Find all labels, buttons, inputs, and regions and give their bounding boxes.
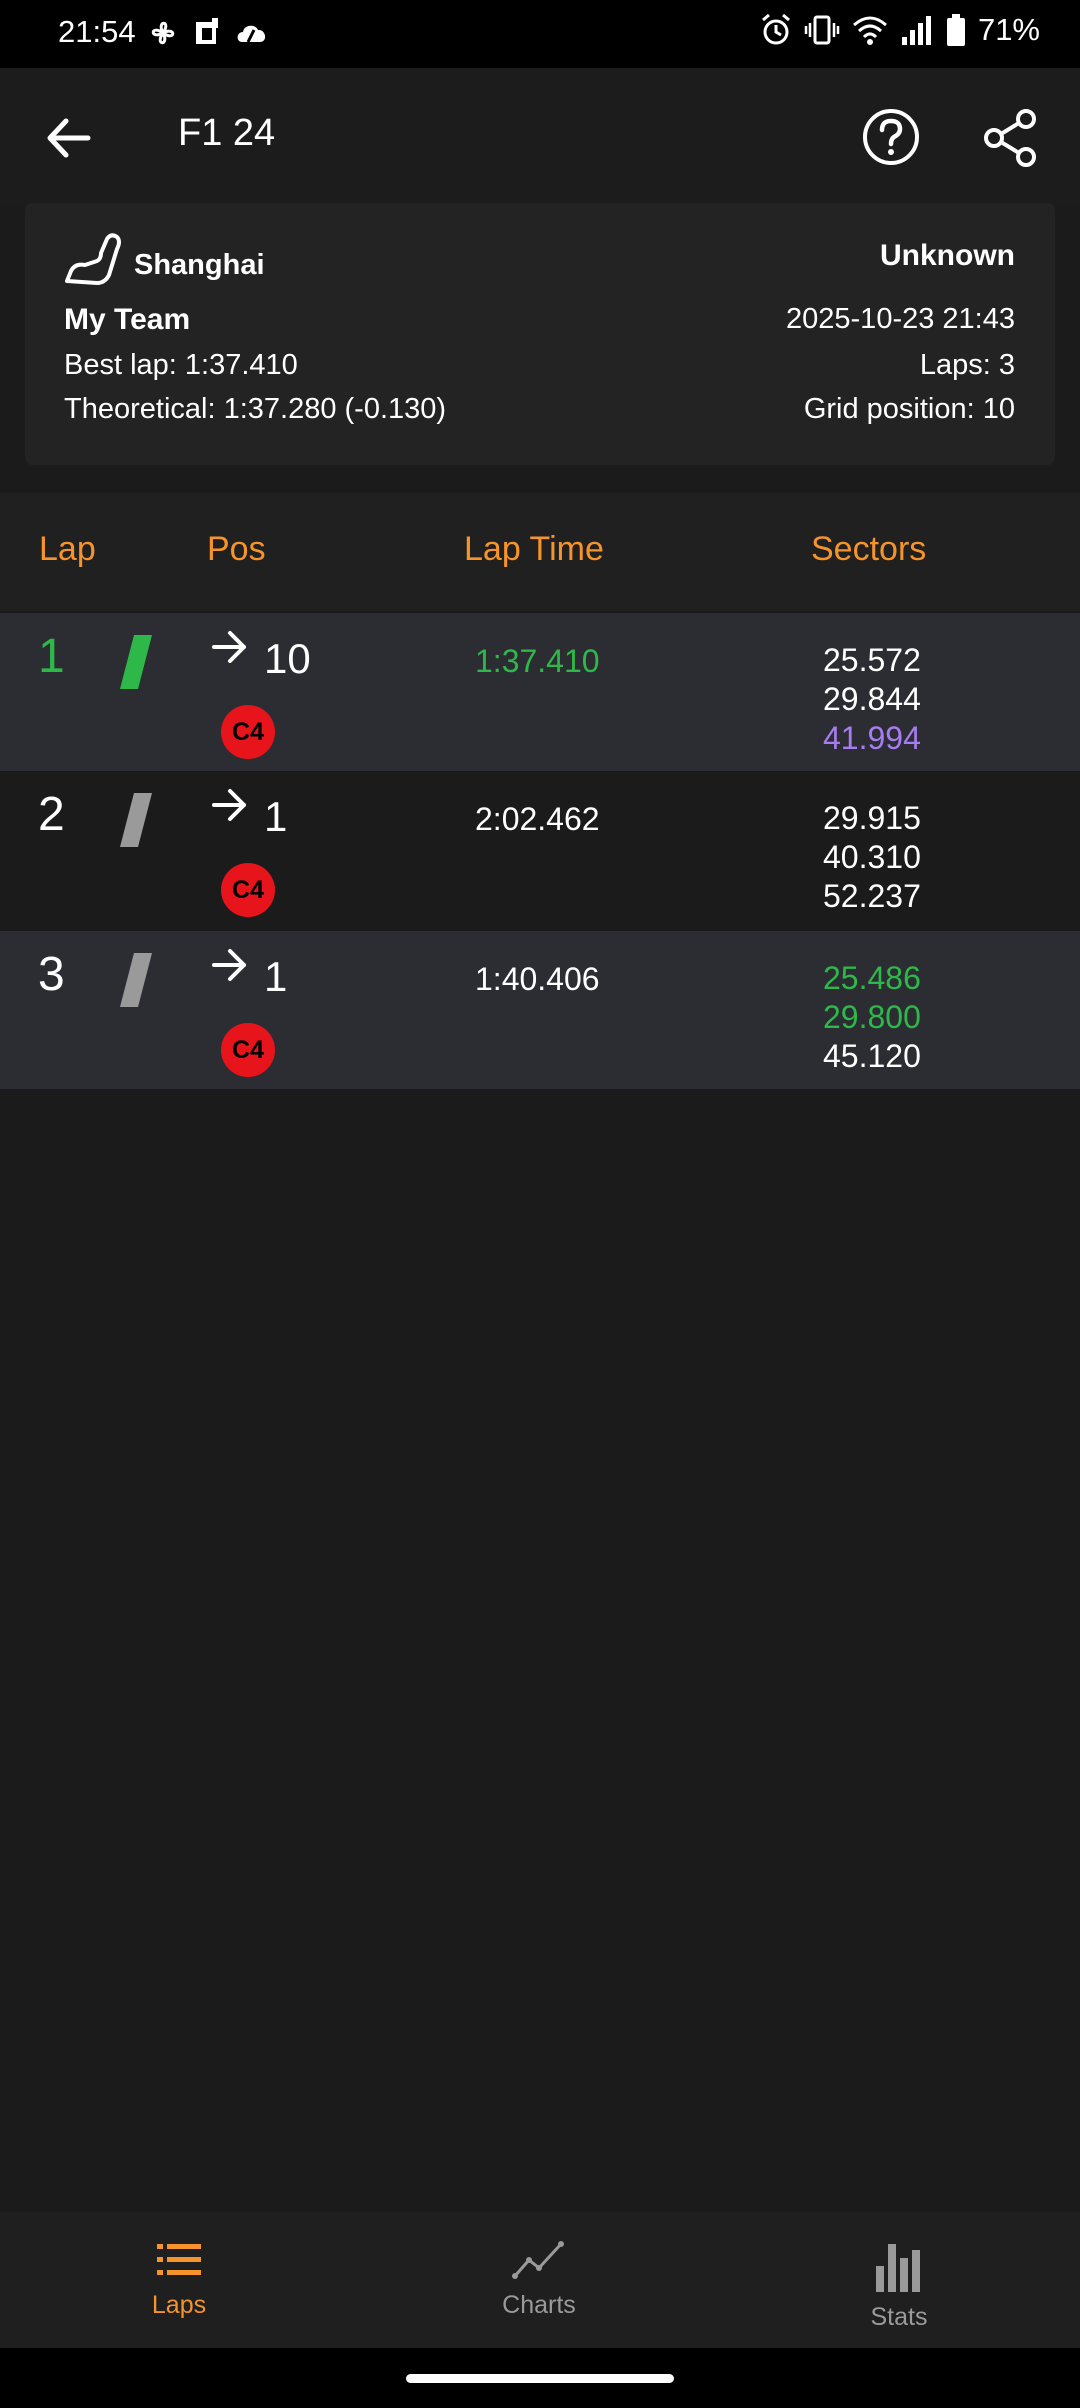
lap-number: 2 bbox=[38, 788, 65, 841]
lap-time: 2:02.462 bbox=[475, 801, 600, 837]
gesture-handle[interactable] bbox=[406, 2374, 674, 2383]
sector-times: 29.915 40.310 52.237 bbox=[823, 799, 921, 916]
sector-2: 29.844 bbox=[823, 681, 921, 717]
track-icon bbox=[65, 233, 121, 285]
sector-3: 52.237 bbox=[823, 878, 921, 914]
battery-icon bbox=[946, 14, 965, 46]
weather-label: Unknown bbox=[880, 239, 1015, 272]
nav-charts-label: Charts bbox=[502, 2291, 576, 2319]
sector-1: 29.915 bbox=[823, 800, 921, 836]
nav-charts[interactable]: Charts bbox=[439, 2240, 639, 2320]
header-lap: Lap bbox=[39, 530, 96, 568]
header-pos: Pos bbox=[207, 530, 266, 568]
clipboard-icon bbox=[196, 18, 218, 44]
bottom-navigation: Laps Charts Stats bbox=[0, 2212, 1080, 2348]
sector-times: 25.572 29.844 41.994 bbox=[823, 641, 921, 758]
team-name: My Team bbox=[64, 303, 191, 336]
position-arrow-icon bbox=[212, 949, 246, 981]
sector-3: 45.120 bbox=[823, 1038, 921, 1074]
pinwheel-icon bbox=[151, 21, 175, 45]
table-row[interactable]: 1 10 C4 1:37.410 25.572 29.844 41.994 bbox=[0, 613, 1080, 771]
tyre-compound-badge: C4 bbox=[221, 705, 275, 759]
best-lap: Best lap: 1:37.410 bbox=[64, 349, 298, 381]
laps-table-header: Lap Pos Lap Time Sectors bbox=[0, 493, 1080, 611]
nav-laps[interactable]: Laps bbox=[79, 2240, 279, 2320]
lap-count: Laps: 3 bbox=[919, 349, 1015, 381]
lap-time: 1:40.406 bbox=[475, 961, 600, 997]
list-icon bbox=[157, 2244, 201, 2275]
wifi-icon bbox=[852, 16, 887, 45]
battery-percent: 71% bbox=[977, 12, 1040, 47]
app-bar: F1 24 bbox=[0, 68, 1080, 206]
status-time: 21:54 bbox=[58, 14, 136, 49]
table-row[interactable]: 3 1 C4 1:40.406 25.486 29.800 45.120 bbox=[0, 931, 1080, 1089]
help-icon[interactable] bbox=[860, 106, 922, 168]
gesture-bar bbox=[0, 2348, 1080, 2408]
lap-status-icon bbox=[120, 953, 152, 1007]
lap-valid-icon bbox=[120, 635, 152, 689]
theoretical-lap: Theoretical: 1:37.280 (-0.130) bbox=[64, 393, 447, 425]
system-icons: 71% bbox=[760, 12, 1040, 48]
sector-1: 25.486 bbox=[823, 960, 921, 996]
vibrate-icon bbox=[804, 15, 840, 45]
session-datetime: 2025-10-23 21:43 bbox=[786, 303, 1015, 335]
table-row[interactable]: 2 1 C4 2:02.462 29.915 40.310 52.237 bbox=[0, 771, 1080, 929]
header-lap-time: Lap Time bbox=[464, 530, 604, 568]
page-title: F1 24 bbox=[178, 112, 276, 154]
lap-status-icon bbox=[120, 793, 152, 847]
session-card: Shanghai Unknown My Team 2025-10-23 21:4… bbox=[25, 203, 1055, 465]
position: 10 bbox=[264, 635, 311, 682]
position: 1 bbox=[264, 953, 288, 1000]
lap-time: 1:37.410 bbox=[475, 643, 600, 679]
position: 1 bbox=[264, 793, 288, 840]
share-icon[interactable] bbox=[980, 106, 1044, 170]
sector-2: 29.800 bbox=[823, 999, 921, 1035]
position-arrow-icon bbox=[212, 631, 246, 663]
lap-number: 3 bbox=[38, 948, 65, 1001]
bar-chart-icon bbox=[876, 2244, 920, 2292]
nav-stats[interactable]: Stats bbox=[799, 2240, 999, 2332]
grid-position: Grid position: 10 bbox=[803, 393, 1015, 425]
tyre-compound-badge: C4 bbox=[221, 1023, 275, 1077]
status-bar: 21:54 71% bbox=[0, 0, 1080, 68]
track-name: Shanghai bbox=[134, 249, 265, 281]
sector-1: 25.572 bbox=[823, 642, 921, 678]
sector-times: 25.486 29.800 45.120 bbox=[823, 959, 921, 1076]
signal-icon bbox=[901, 16, 931, 45]
position-arrow-icon bbox=[212, 789, 246, 821]
line-chart-icon bbox=[512, 2241, 564, 2279]
tyre-compound-badge: C4 bbox=[221, 863, 275, 917]
cloud-icon bbox=[237, 25, 266, 43]
notification-icons bbox=[148, 16, 270, 50]
back-arrow-icon[interactable] bbox=[40, 108, 100, 168]
sector-2: 40.310 bbox=[823, 839, 921, 875]
header-sectors: Sectors bbox=[811, 530, 927, 568]
nav-laps-label: Laps bbox=[151, 2291, 207, 2319]
lap-number: 1 bbox=[38, 630, 65, 683]
sector-3: 41.994 bbox=[823, 720, 921, 756]
nav-stats-label: Stats bbox=[870, 2303, 928, 2331]
alarm-icon bbox=[761, 13, 790, 45]
